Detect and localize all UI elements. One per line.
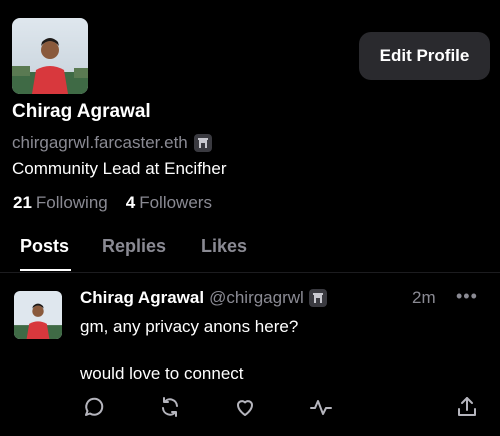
profile-handle-row: chirgagrwl.farcaster.eth [12, 133, 212, 153]
tab-posts[interactable]: Posts [20, 236, 69, 257]
activity-icon[interactable] [309, 395, 333, 419]
share-icon[interactable] [455, 395, 479, 419]
profile-bio: Community Lead at Encifher [12, 159, 227, 178]
post-author[interactable]: Chirag Agrawal [80, 288, 204, 308]
tab-likes[interactable]: Likes [201, 236, 247, 257]
divider [0, 272, 500, 273]
recast-icon[interactable] [158, 395, 182, 419]
post-text-line: would love to connect [80, 364, 244, 383]
profile-tabs: Posts Replies Likes [0, 232, 500, 272]
post-text-line: gm, any privacy anons here? [80, 317, 299, 336]
more-options-icon[interactable]: ••• [456, 286, 478, 307]
tab-replies[interactable]: Replies [102, 236, 166, 257]
post-actions [0, 395, 500, 421]
followers-count: 4 [125, 193, 136, 212]
verified-badge-icon [308, 289, 327, 307]
comment-icon[interactable] [82, 395, 106, 419]
verified-badge-icon [193, 134, 212, 152]
like-icon[interactable] [233, 395, 257, 419]
profile-stats: 21 Following 4 Followers [13, 193, 212, 213]
post-avatar-photo [14, 291, 62, 339]
active-tab-indicator [20, 269, 71, 271]
profile-avatar[interactable] [12, 18, 88, 94]
followers-link[interactable]: 4 Followers [126, 193, 212, 213]
followers-label: Followers [139, 193, 212, 212]
post-header: Chirag Agrawal @chirgagrwl [80, 288, 327, 308]
post-handle[interactable]: @chirgagrwl [209, 288, 304, 308]
post-avatar[interactable] [14, 291, 62, 339]
avatar-photo [12, 18, 88, 94]
following-link[interactable]: 21 Following [13, 193, 108, 213]
profile-handle: chirgagrwl.farcaster.eth [12, 133, 188, 152]
profile-name: Chirag Agrawal [12, 101, 151, 122]
following-count: 21 [13, 193, 32, 212]
following-label: Following [35, 193, 108, 212]
edit-profile-button[interactable]: Edit Profile [359, 32, 490, 80]
post-timestamp: 2m [412, 288, 436, 307]
